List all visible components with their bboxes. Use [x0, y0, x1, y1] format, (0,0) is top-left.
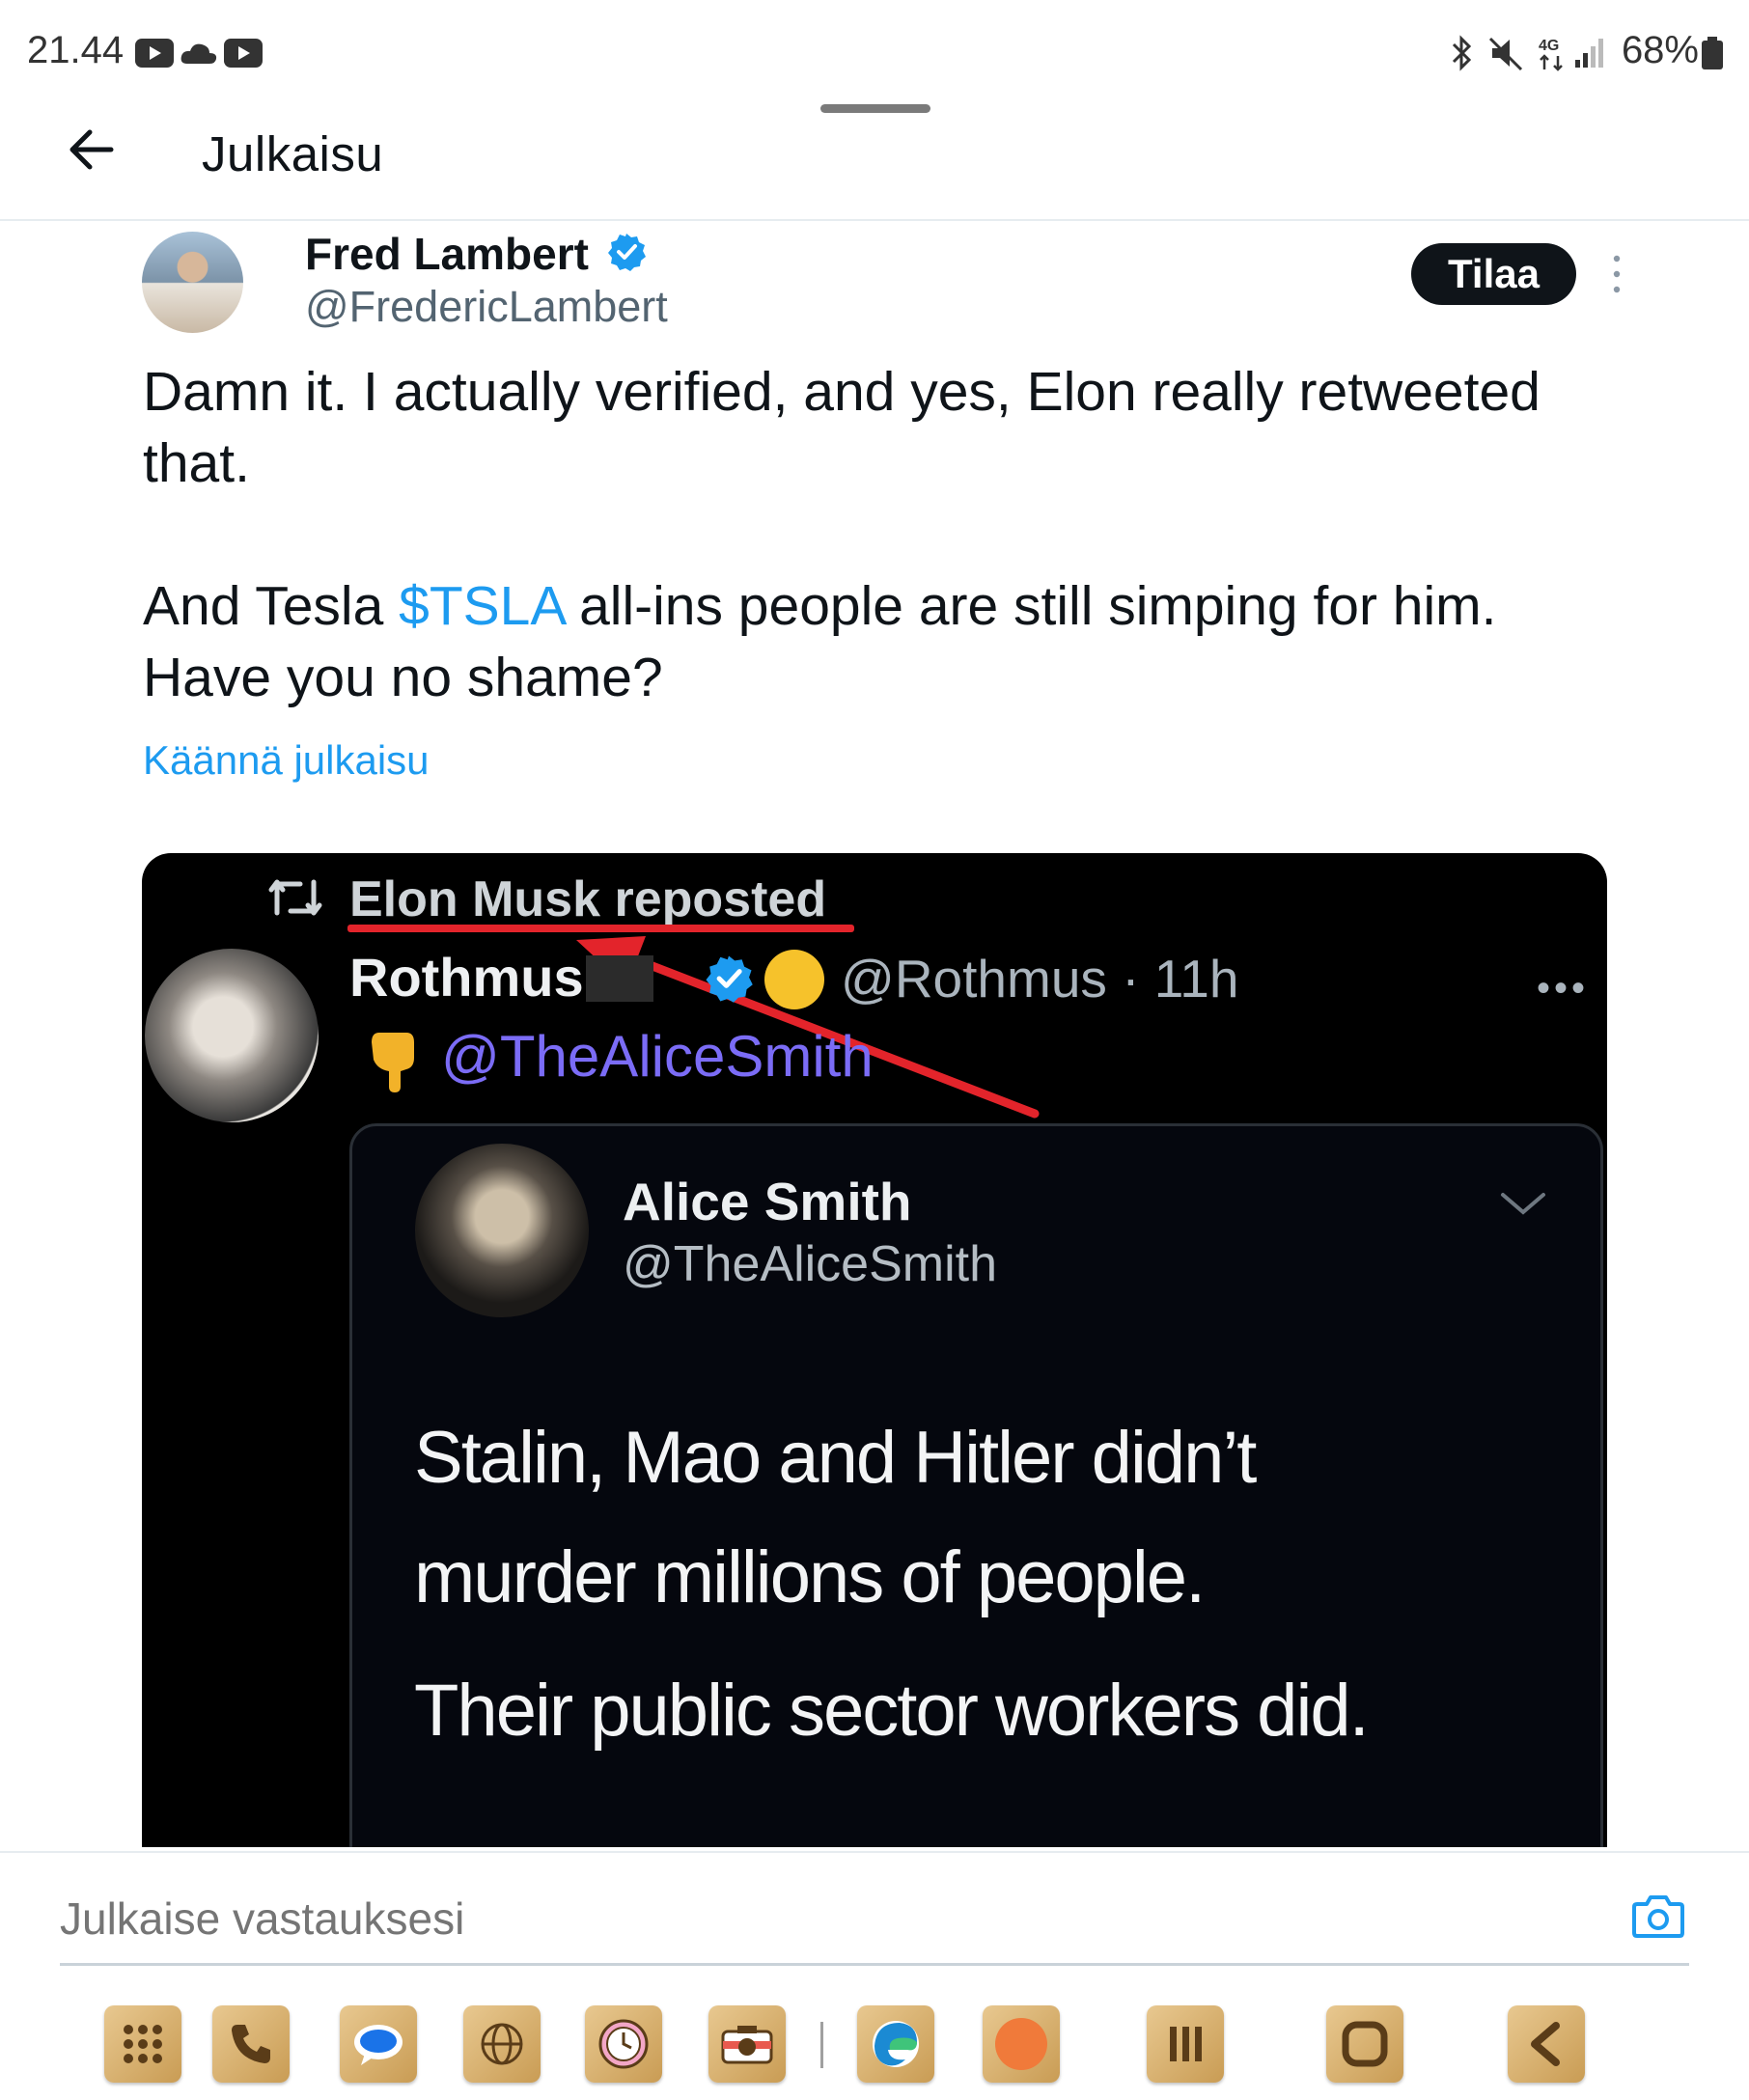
apps-grid-icon[interactable] — [104, 2005, 181, 2083]
alice-handle: @TheAliceSmith — [623, 1236, 998, 1292]
quote-text-line: murder millions of people. — [414, 1536, 1206, 1618]
dock-separator — [820, 2022, 823, 2068]
svg-text:4G: 4G — [1539, 38, 1559, 54]
camera-icon[interactable] — [1631, 1889, 1685, 1943]
alice-name: Alice Smith — [623, 1172, 912, 1231]
post-text-segment: all-ins people are still simping for him… — [564, 575, 1497, 637]
flag-icon — [586, 955, 653, 1002]
bluetooth-icon — [1452, 35, 1472, 71]
reply-input[interactable] — [60, 1893, 1508, 1945]
alice-avatar — [415, 1144, 589, 1317]
verified-badge-icon — [706, 955, 753, 1003]
verified-badge-icon — [608, 234, 646, 271]
post-text-line: Damn it. I actually verified, and yes, E… — [143, 361, 1541, 423]
post-text-line: that. — [143, 432, 250, 494]
page-title: Julkaisu — [202, 126, 384, 181]
phone-icon[interactable] — [212, 2005, 290, 2083]
mute-icon — [1488, 37, 1523, 71]
battery-icon — [1702, 37, 1723, 69]
browser-globe-icon[interactable] — [463, 2005, 541, 2083]
camera-app-icon[interactable] — [708, 2005, 786, 2083]
youtube-icon — [224, 39, 263, 68]
youtube-icon — [135, 39, 174, 68]
post-text-segment: And Tesla — [143, 575, 400, 637]
back-button[interactable] — [58, 116, 125, 183]
post-text-line: And Tesla $TSLA all-ins people are still… — [143, 579, 1496, 634]
more-options-icon[interactable] — [1607, 253, 1626, 295]
yellow-circle-emoji-icon — [764, 950, 824, 1009]
signal-icon — [1575, 39, 1603, 68]
translate-post-link[interactable]: Käännä julkaisu — [143, 737, 430, 784]
subscribe-button[interactable]: Tilaa — [1411, 243, 1576, 305]
edge-browser-icon[interactable] — [857, 2005, 934, 2083]
rothmus-avatar — [145, 949, 319, 1122]
post-image[interactable]: Elon Musk reposted Rothmus @Rothmus · 11… — [142, 853, 1607, 1847]
recents-icon[interactable] — [1147, 2005, 1224, 2083]
pointing-down-emoji-icon — [372, 1033, 414, 1092]
messages-icon[interactable] — [340, 2005, 417, 2083]
arrow-left-icon — [69, 129, 114, 170]
cashtag-link[interactable]: $TSLA — [399, 575, 564, 637]
4g-icon: 4G — [1539, 38, 1563, 71]
home-icon[interactable] — [1326, 2005, 1403, 2083]
repost-icon — [268, 879, 322, 916]
quote-text-line: Stalin, Mao and Hitler didn’t — [414, 1417, 1257, 1499]
rothmus-handle-time: @Rothmus · 11h — [841, 949, 1239, 1009]
quote-text-line: Their public sector workers did. — [414, 1670, 1370, 1752]
post-text-line: Have you no shame? — [143, 647, 663, 708]
more-dots-icon: ••• — [1537, 967, 1590, 1009]
header-divider — [0, 219, 1749, 221]
rothmus-name: Rothmus — [349, 947, 584, 1008]
repost-label: Elon Musk reposted — [349, 871, 827, 927]
author-handle[interactable]: @FredericLambert — [305, 282, 668, 332]
reply-bar-divider — [0, 1851, 1749, 1853]
orange-app-icon[interactable] — [983, 2005, 1060, 2083]
cloud-icon — [180, 43, 217, 64]
reply-input-underline — [60, 1963, 1689, 1966]
chevron-down-icon — [1501, 1193, 1545, 1215]
sheet-drag-handle[interactable] — [820, 104, 930, 113]
clock-icon[interactable] — [585, 2005, 662, 2083]
battery-percent: 68% — [1621, 29, 1699, 71]
author-avatar[interactable] — [142, 232, 243, 333]
status-time: 21.44 — [27, 29, 125, 71]
quoted-post-card: Alice Smith @TheAliceSmith Stalin, Mao a… — [349, 1123, 1603, 1847]
back-nav-icon[interactable] — [1508, 2005, 1585, 2083]
mention-link: @TheAliceSmith — [441, 1024, 874, 1089]
author-name[interactable]: Fred Lambert — [305, 228, 589, 280]
